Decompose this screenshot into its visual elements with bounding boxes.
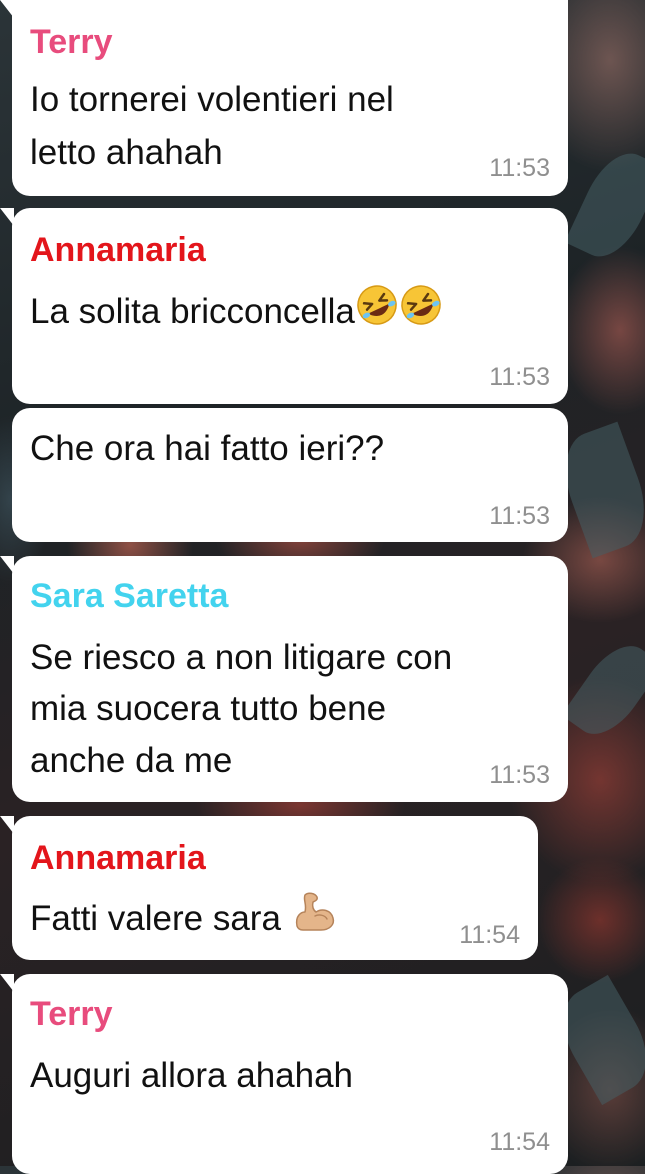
message-bubble[interactable]: Che ora hai fatto ieri?? 11:53 bbox=[12, 408, 568, 542]
message-text: Fatti valere sara bbox=[30, 890, 337, 949]
sender-name: Terry bbox=[30, 995, 113, 1033]
sender-name: Annamaria bbox=[30, 231, 206, 269]
message-bubble[interactable]: Annamaria La solita bricconcella 11:53 bbox=[0, 208, 568, 404]
message-bubble[interactable]: Terry Io tornerei volentieri nel letto a… bbox=[0, 0, 568, 196]
rolling-on-floor-laughing-emoji-icon bbox=[399, 283, 443, 342]
message-timestamp: 11:53 bbox=[489, 761, 550, 789]
message-bubble[interactable]: Terry Auguri allora ahahah 11:54 bbox=[0, 974, 568, 1174]
message-timestamp: 11:54 bbox=[459, 921, 520, 949]
message-timestamp: 11:54 bbox=[489, 1128, 550, 1156]
message-text: Auguri allora ahahah bbox=[30, 1056, 354, 1095]
flexed-biceps-emoji-icon bbox=[291, 890, 337, 949]
message-bubble[interactable]: Annamaria Fatti valere sara 11:54 bbox=[0, 816, 538, 960]
message-text: Se riesco a non litigare con bbox=[30, 638, 453, 677]
message-text: letto ahahah bbox=[30, 133, 223, 172]
message-timestamp: 11:53 bbox=[489, 502, 550, 530]
message-bubble[interactable]: Sara Saretta Se riesco a non litigare co… bbox=[0, 556, 568, 802]
message-text: mia suocera tutto bene bbox=[30, 689, 387, 728]
rolling-on-floor-laughing-emoji-icon bbox=[355, 283, 399, 342]
sender-name: Terry bbox=[30, 23, 113, 61]
background-leaf bbox=[564, 142, 645, 268]
message-text: Che ora hai fatto ieri?? bbox=[30, 429, 385, 468]
message-timestamp: 11:53 bbox=[489, 154, 550, 182]
message-text-content: Fatti valere sara bbox=[30, 899, 291, 938]
message-text: Io tornerei volentieri nel bbox=[30, 80, 394, 119]
sender-name: Sara Saretta bbox=[30, 577, 229, 615]
message-text: anche da me bbox=[30, 741, 233, 780]
background-leaf bbox=[561, 633, 645, 747]
message-text-content: La solita bricconcella bbox=[30, 292, 355, 331]
sender-name: Annamaria bbox=[30, 839, 206, 877]
message-text: La solita bricconcella bbox=[30, 283, 443, 342]
message-timestamp: 11:53 bbox=[489, 363, 550, 391]
